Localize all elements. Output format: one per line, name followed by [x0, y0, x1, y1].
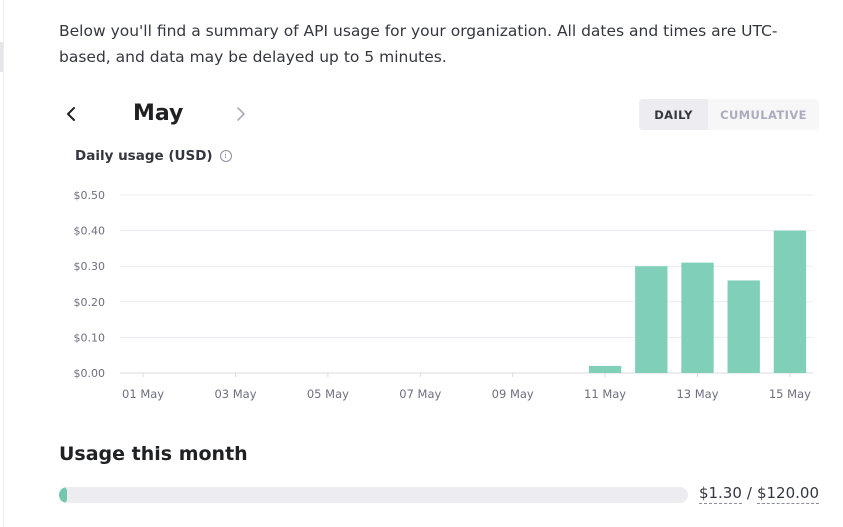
- chart-title-text: Daily usage (USD): [75, 148, 213, 164]
- y-tick-label: $0.20: [74, 296, 106, 309]
- y-tick-label: $0.10: [74, 331, 106, 344]
- view-toggle: DAILY CUMULATIVE: [639, 99, 819, 130]
- chart-title: Daily usage (USD) i: [75, 148, 232, 164]
- usage-summary-description: Below you'll find a summary of API usage…: [59, 22, 778, 66]
- info-icon[interactable]: i: [219, 150, 232, 162]
- y-tick-label: $0.50: [74, 189, 106, 202]
- x-tick-label: 07 May: [399, 387, 441, 401]
- chevron-left-icon: [67, 107, 75, 121]
- usage-progress-bar: [59, 487, 688, 503]
- chevron-right-icon: [237, 107, 245, 121]
- x-tick-label: 15 May: [769, 387, 811, 401]
- current-month-label: May: [133, 101, 184, 126]
- month-navigator: May: [59, 96, 269, 132]
- x-tick-label: 09 May: [492, 387, 534, 401]
- bar-15-may[interactable]: [773, 230, 807, 373]
- y-tick-label: $0.30: [74, 260, 106, 273]
- x-tick-label: 05 May: [307, 387, 349, 401]
- left-divider: [3, 0, 4, 527]
- x-tick-label: 11 May: [584, 387, 626, 401]
- bar-13-may[interactable]: [681, 262, 714, 373]
- usage-this-month-title: Usage this month: [59, 443, 248, 465]
- bar-12-may[interactable]: [635, 266, 668, 373]
- usage-limit-amount[interactable]: $120.00: [756, 484, 819, 504]
- sidebar-edge: [0, 42, 3, 72]
- next-month-button[interactable]: [229, 96, 253, 132]
- y-tick-label: $0.40: [74, 225, 106, 238]
- bar-14-may[interactable]: [727, 280, 760, 373]
- daily-view-button[interactable]: DAILY: [639, 99, 708, 130]
- previous-month-button[interactable]: [59, 96, 83, 132]
- y-tick-label: $0.00: [74, 367, 106, 380]
- x-tick-label: 03 May: [214, 387, 256, 401]
- usage-amount: $1.30 / $120.00: [698, 484, 819, 504]
- usage-used-amount: $1.30: [698, 484, 742, 504]
- daily-usage-chart: $0.00 $0.10 $0.20 $0.30 $0.40 $0.50 01 May 03 M…: [74, 189, 813, 401]
- x-tick-label: 13 May: [676, 387, 718, 401]
- usage-separator: /: [746, 484, 752, 502]
- bar-11-may[interactable]: [588, 365, 622, 373]
- x-tick-label: 01 May: [122, 387, 164, 401]
- cumulative-view-button[interactable]: CUMULATIVE: [708, 99, 819, 130]
- usage-progress-fill: [59, 487, 67, 503]
